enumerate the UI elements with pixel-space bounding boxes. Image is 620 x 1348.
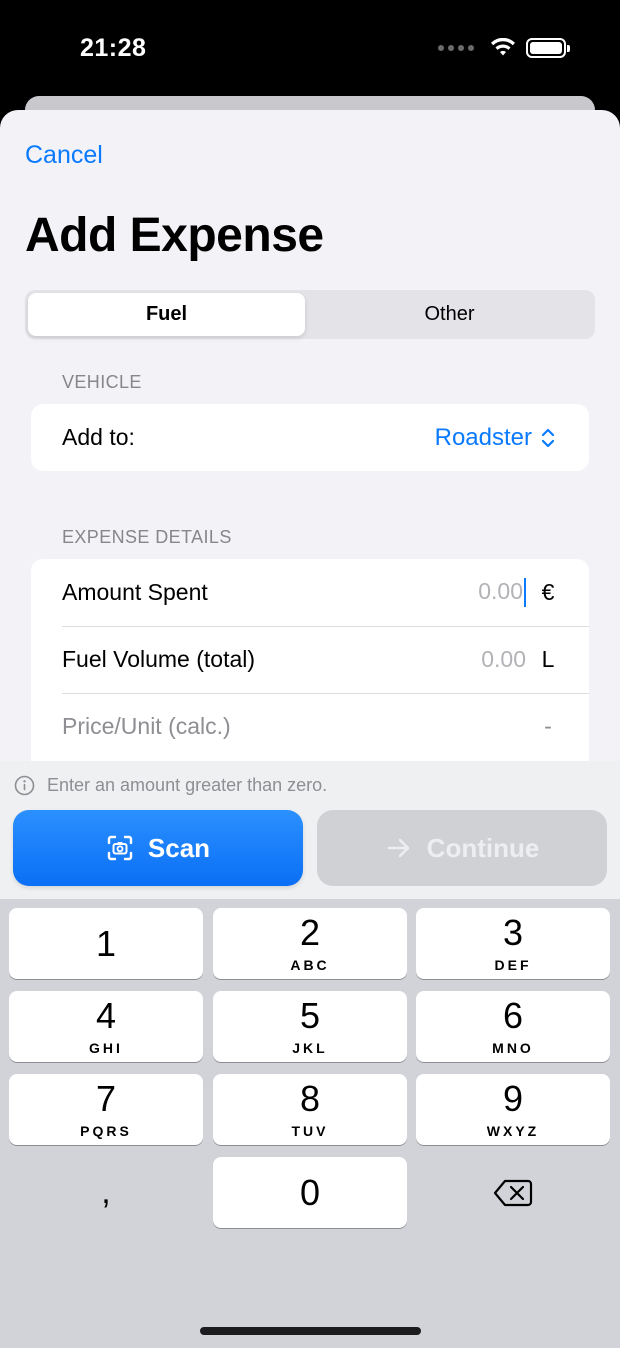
home-indicator	[200, 1327, 421, 1335]
key-4[interactable]: 4 GHI	[9, 991, 203, 1062]
amount-row[interactable]: Amount Spent 0.00 €	[31, 559, 589, 626]
status-time: 21:28	[80, 34, 147, 62]
chevron-up-down-icon	[541, 428, 555, 447]
segment-fuel[interactable]: Fuel	[28, 293, 305, 336]
amount-unit: €	[541, 579, 555, 605]
amount-input[interactable]: 0.00	[478, 578, 526, 608]
price-label: Price/Unit (calc.)	[62, 713, 231, 739]
keyboard-accessory-bar: Enter an amount greater than zero. Scan …	[0, 761, 620, 899]
scan-camera-icon	[107, 835, 133, 861]
key-0[interactable]: 0	[213, 1157, 407, 1228]
price-value: -	[544, 713, 552, 739]
key-5[interactable]: 5 JKL	[213, 991, 407, 1062]
delete-backward-icon	[493, 1179, 533, 1206]
scan-button[interactable]: Scan	[13, 810, 303, 886]
vehicle-picker-value: Roadster	[434, 423, 532, 451]
numeric-keyboard: 1 2 ABC 3 DEF 4 GHI 5 JKL 6 MNO 7 PQRS 8…	[0, 899, 620, 1348]
key-8[interactable]: 8 TUV	[213, 1074, 407, 1145]
wifi-icon	[491, 38, 515, 56]
key-3[interactable]: 3 DEF	[416, 908, 610, 979]
details-section-header: EXPENSE DETAILS	[62, 527, 232, 547]
arrow-right-icon	[387, 838, 409, 858]
key-2[interactable]: 2 ABC	[213, 908, 407, 979]
key-delete[interactable]	[416, 1157, 610, 1228]
key-9[interactable]: 9 WXYZ	[416, 1074, 610, 1145]
vehicle-card: Add to: Roadster	[31, 404, 589, 471]
status-icons	[438, 38, 570, 58]
price-row: Price/Unit (calc.) -	[31, 693, 589, 760]
vehicle-picker[interactable]: Roadster	[435, 424, 558, 452]
continue-button-label: Continue	[426, 832, 540, 863]
key-decimal[interactable]: ,	[9, 1157, 203, 1228]
status-bar: 21:28	[0, 0, 620, 96]
key-1[interactable]: 1	[9, 908, 203, 979]
volume-row[interactable]: Fuel Volume (total) 0.00 L	[31, 626, 589, 693]
amount-label: Amount Spent	[62, 579, 208, 605]
expense-type-segmented-control: Fuel Other	[25, 290, 595, 339]
continue-button[interactable]: Continue	[317, 810, 607, 886]
cancel-button[interactable]: Cancel	[25, 141, 103, 170]
add-to-label: Add to:	[62, 424, 135, 450]
volume-input[interactable]: 0.00	[481, 646, 526, 673]
add-to-row[interactable]: Add to: Roadster	[31, 404, 589, 471]
page-title: Add Expense	[25, 209, 324, 262]
signal-icon	[438, 45, 474, 51]
battery-icon	[526, 38, 570, 58]
scan-button-label: Scan	[147, 832, 211, 863]
text-cursor	[524, 578, 526, 608]
key-7[interactable]: 7 PQRS	[9, 1074, 203, 1145]
validation-hint: Enter an amount greater than zero.	[14, 775, 327, 796]
volume-unit: L	[541, 646, 555, 672]
validation-hint-text: Enter an amount greater than zero.	[47, 775, 328, 795]
segment-other[interactable]: Other	[307, 293, 592, 336]
key-6[interactable]: 6 MNO	[416, 991, 610, 1062]
info-icon	[14, 775, 35, 796]
volume-label: Fuel Volume (total)	[62, 646, 256, 672]
vehicle-section-header: VEHICLE	[62, 372, 142, 392]
